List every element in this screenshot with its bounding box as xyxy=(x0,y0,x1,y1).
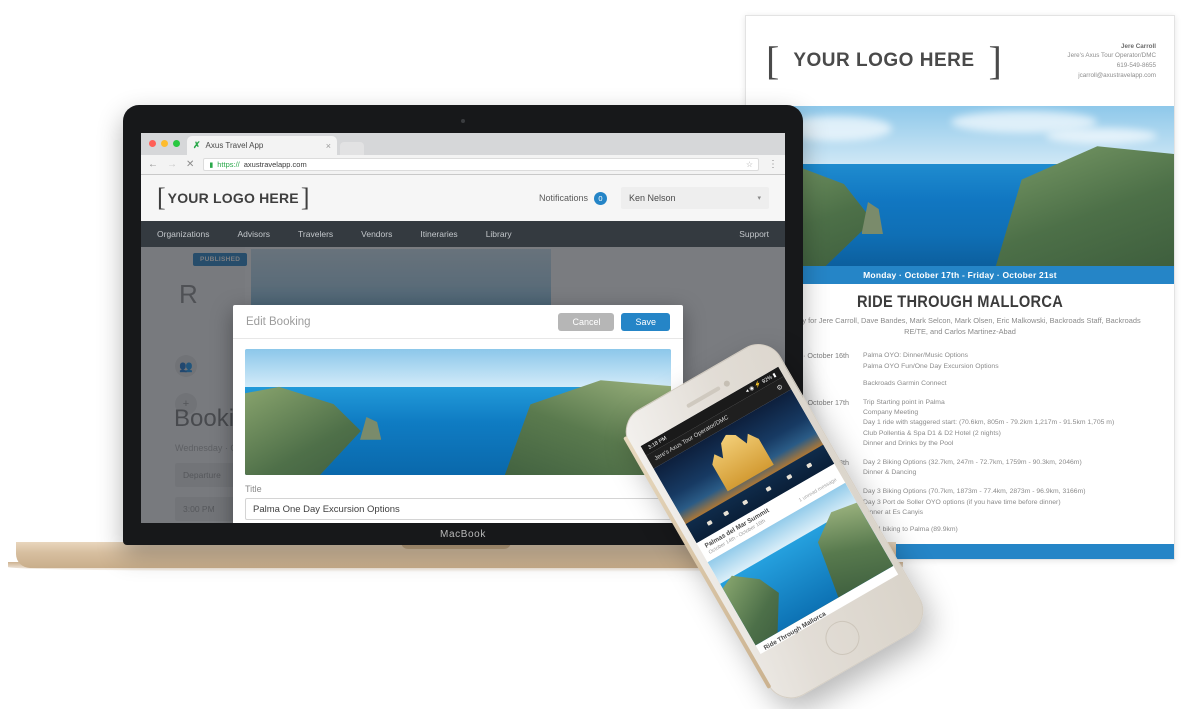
modal-actions: Cancel Save xyxy=(558,312,670,331)
app-header-right: Notifications 0 Ken Nelson ▾ xyxy=(539,187,769,209)
new-tab-button[interactable] xyxy=(340,142,364,155)
bracket-left-icon: [ xyxy=(157,183,166,212)
title-input[interactable]: Palma One Day Excursion Options xyxy=(245,498,671,520)
browser-tab[interactable]: ✗ Axus Travel App × xyxy=(187,136,337,155)
nav-item-organizations[interactable]: Organizations xyxy=(157,229,209,239)
bookmark-star-icon[interactable]: ☆ xyxy=(746,160,753,169)
contact-email: jcarroll@axustravelapp.com xyxy=(1078,71,1156,79)
browser-url-bar: ← → ✕ ▮ https:// axustravelapp.com ☆ ⋮ xyxy=(141,155,785,175)
browser-tab-bar: ✗ Axus Travel App × xyxy=(141,133,785,155)
url-host: axustravelapp.com xyxy=(243,160,307,169)
nav-item-travelers[interactable]: Travelers xyxy=(298,229,333,239)
app-logo-text: YOUR LOGO HERE xyxy=(167,190,299,206)
bracket-right-icon: ] xyxy=(300,183,310,212)
close-window-icon[interactable] xyxy=(149,140,156,147)
edit-booking-modal: Edit Booking Cancel Save Title Palma One… xyxy=(233,305,683,523)
nav-item-itineraries[interactable]: Itineraries xyxy=(420,229,457,239)
contact-name: Jere Carroll xyxy=(1120,42,1156,50)
back-icon[interactable]: ← xyxy=(148,159,158,170)
modal-body: Title Palma One Day Excursion Options Da… xyxy=(233,339,683,523)
document-logo-text: YOUR LOGO HERE xyxy=(793,50,975,71)
forward-icon[interactable]: → xyxy=(167,159,177,170)
app-logo[interactable]: [ YOUR LOGO HERE ] xyxy=(157,185,310,211)
user-menu[interactable]: Ken Nelson ▾ xyxy=(621,187,769,209)
save-button[interactable]: Save xyxy=(621,312,670,331)
user-name: Ken Nelson xyxy=(629,193,676,203)
nav-item-library[interactable]: Library xyxy=(486,229,512,239)
notifications-button[interactable]: Notifications 0 xyxy=(538,191,607,205)
nav-item-vendors[interactable]: Vendors xyxy=(361,229,392,239)
maximize-window-icon[interactable] xyxy=(173,140,180,147)
document-contact-block: Jere Carroll Jere's Axus Tour Operator/D… xyxy=(1067,42,1156,81)
iphone-screen: 3:18 PM ◂ ◉ ⚡ 92% ▮ Jere's Axus Tour Ope… xyxy=(640,366,899,655)
home-button-icon[interactable] xyxy=(818,614,866,662)
booking-photo[interactable] xyxy=(245,349,671,475)
notifications-label: Notifications xyxy=(538,193,588,203)
bracket-left-icon: [ xyxy=(766,38,780,83)
document-header: [ YOUR LOGO HERE ] Jere Carroll Jere's A… xyxy=(746,16,1174,106)
close-tab-icon[interactable]: × xyxy=(326,141,331,151)
title-label: Title xyxy=(245,484,262,494)
itinerary-line: Palma OYO: Dinner/Music Options xyxy=(863,352,969,360)
url-input[interactable]: ▮ https:// axustravelapp.com ☆ xyxy=(203,158,759,171)
favicon-icon: ✗ xyxy=(193,140,201,150)
minimize-window-icon[interactable] xyxy=(161,140,168,147)
app-nav-bar: Organizations Advisors Travelers Vendors… xyxy=(141,221,785,247)
notifications-badge: 0 xyxy=(594,191,607,205)
gear-icon[interactable]: ⚙ xyxy=(775,382,784,392)
window-controls[interactable] xyxy=(149,140,180,147)
browser-menu-icon[interactable]: ⋮ xyxy=(768,159,778,170)
browser-tab-title: Axus Travel App xyxy=(205,141,264,150)
macbook-label: MacBook xyxy=(440,528,486,540)
document-logo: [ YOUR LOGO HERE ] xyxy=(766,41,1067,81)
webcam-icon xyxy=(461,119,465,123)
app-header: [ YOUR LOGO HERE ] Notifications 0 Ken N… xyxy=(141,175,785,221)
contact-company: Jere's Axus Tour Operator/DMC xyxy=(1067,52,1156,60)
stop-icon[interactable]: ✕ xyxy=(186,159,194,170)
nav-item-advisors[interactable]: Advisors xyxy=(237,229,270,239)
bracket-right-icon: ] xyxy=(988,38,1002,83)
lock-icon: ▮ xyxy=(209,161,214,169)
front-camera-icon xyxy=(722,379,731,389)
url-scheme: https:// xyxy=(217,160,240,169)
cancel-button[interactable]: Cancel xyxy=(558,312,615,331)
contact-phone: 619-549-8655 xyxy=(1116,62,1156,69)
modal-header: Edit Booking Cancel Save xyxy=(233,305,683,339)
modal-title: Edit Booking xyxy=(246,315,311,328)
nav-item-support[interactable]: Support xyxy=(739,229,769,239)
chevron-down-icon: ▾ xyxy=(757,195,761,202)
